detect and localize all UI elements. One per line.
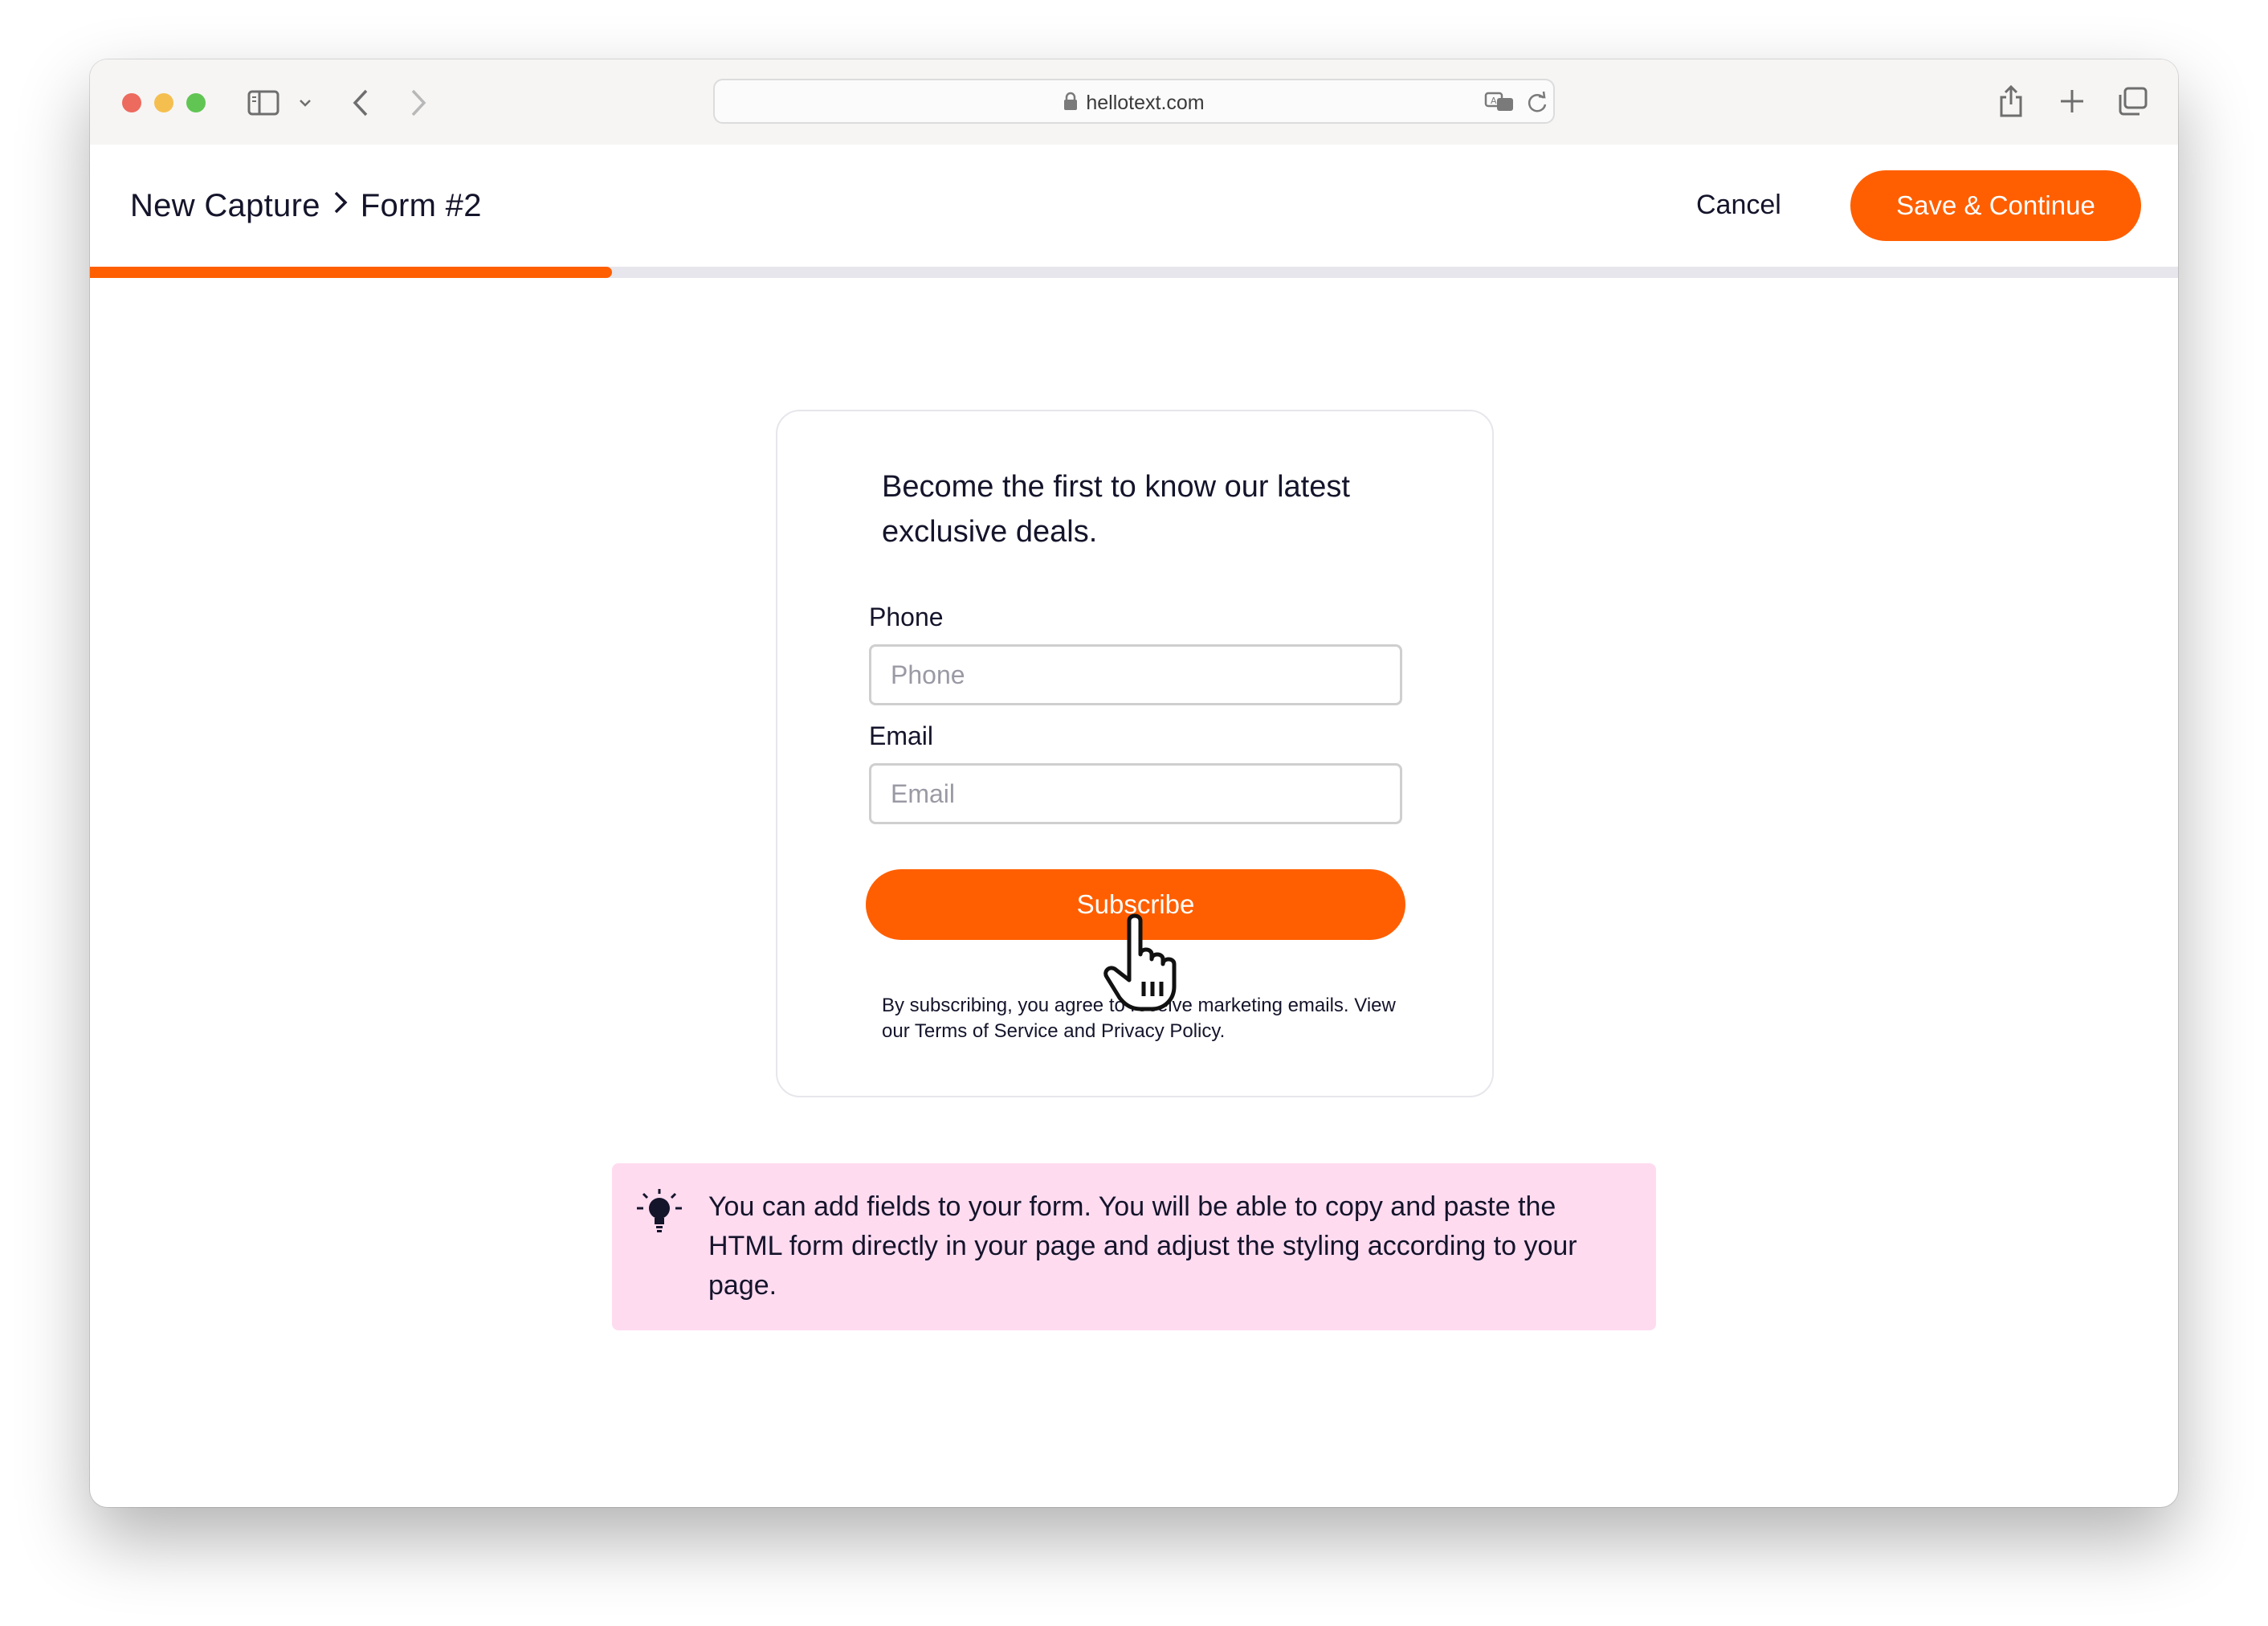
- breadcrumb-item-form: Form #2: [360, 188, 482, 223]
- tip-text: You can add fields to your form. You wil…: [708, 1191, 1577, 1301]
- share-icon[interactable]: [1998, 84, 2024, 119]
- translate-icon[interactable]: A: [1484, 90, 1516, 114]
- url-text: hellotext.com: [1086, 92, 1205, 114]
- zoom-window-button[interactable]: [186, 93, 206, 112]
- close-window-button[interactable]: [122, 93, 141, 112]
- cancel-button[interactable]: Cancel: [1696, 190, 1781, 221]
- tip-banner: You can add fields to your form. You wil…: [612, 1163, 1656, 1330]
- new-tab-icon[interactable]: [2059, 88, 2085, 114]
- browser-window: hellotext.com A New Capture Form #2 Cance…: [90, 59, 2178, 1507]
- breadcrumb: New Capture Form #2: [130, 186, 482, 224]
- back-arrow-icon[interactable]: [352, 88, 369, 117]
- lock-icon: [1063, 92, 1078, 116]
- chevron-down-icon[interactable]: [299, 98, 312, 108]
- hand-pointer-icon: [1102, 913, 1182, 1016]
- email-label: Email: [869, 721, 934, 750]
- browser-toolbar: hellotext.com A: [90, 59, 2178, 146]
- sidebar-toggle-icon[interactable]: [247, 90, 279, 116]
- email-input[interactable]: [869, 763, 1402, 824]
- phone-input[interactable]: [869, 644, 1402, 705]
- address-bar[interactable]: hellotext.com A: [713, 79, 1555, 124]
- svg-text:A: A: [1491, 96, 1497, 106]
- tab-overview-icon[interactable]: [2117, 87, 2148, 116]
- progress-bar-fill: [90, 267, 612, 278]
- reload-icon[interactable]: [1526, 90, 1548, 114]
- progress-bar: [90, 267, 2178, 278]
- lightbulb-icon: [634, 1187, 684, 1240]
- breadcrumb-item-new-capture[interactable]: New Capture: [130, 188, 320, 223]
- phone-label: Phone: [869, 603, 944, 631]
- form-headline: Become the first to know our latest excl…: [882, 470, 1350, 549]
- save-continue-button[interactable]: Save & Continue: [1850, 170, 2141, 241]
- minimize-window-button[interactable]: [154, 93, 173, 112]
- forward-arrow-icon[interactable]: [410, 88, 427, 117]
- chevron-right-icon: [333, 186, 348, 223]
